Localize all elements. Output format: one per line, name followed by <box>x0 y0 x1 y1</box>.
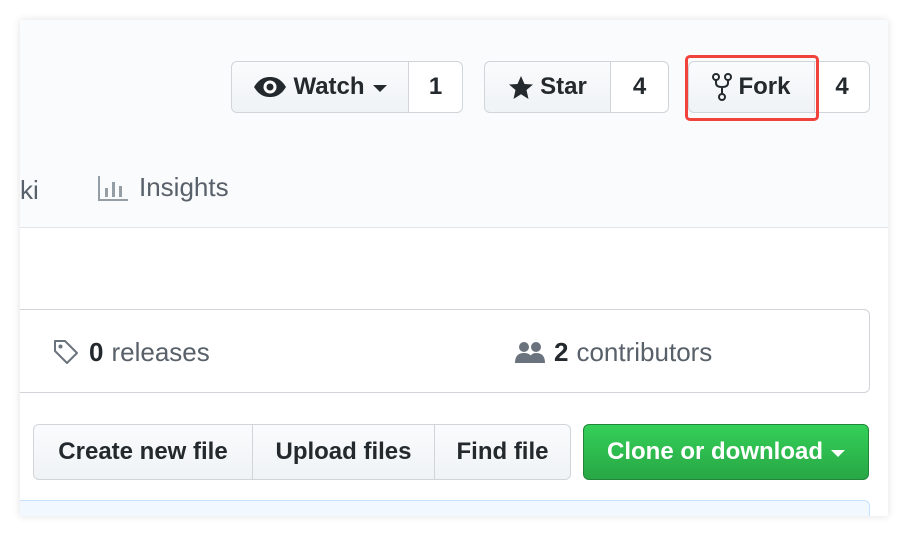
upload-files-button[interactable]: Upload files <box>253 424 435 480</box>
graph-icon <box>97 174 129 202</box>
watch-count[interactable]: 1 <box>409 61 463 113</box>
chevron-down-icon <box>831 450 845 457</box>
tab-wiki[interactable]: ki <box>20 175 39 206</box>
people-icon <box>514 340 546 364</box>
fork-count[interactable]: 4 <box>815 61 870 113</box>
clone-label: Clone or download <box>607 438 823 465</box>
file-navigation: Create new file Upload files Find file <box>33 424 571 480</box>
star-label: Star <box>540 73 587 100</box>
watch-group: Watch 1 <box>231 61 463 113</box>
star-group: Star 4 <box>484 61 669 113</box>
chevron-down-icon <box>372 85 387 92</box>
create-new-file-button[interactable]: Create new file <box>33 424 253 480</box>
commit-tease-box <box>20 500 870 516</box>
tag-icon <box>53 339 79 365</box>
fork-highlight-box <box>685 55 819 121</box>
find-file-button[interactable]: Find file <box>435 424 571 480</box>
star-button[interactable]: Star <box>484 61 611 113</box>
contributors-count: 2 <box>554 336 569 367</box>
releases-label: releases <box>111 336 210 367</box>
clone-or-download-button[interactable]: Clone or download <box>583 424 869 480</box>
contributors-label: contributors <box>576 336 713 367</box>
tab-insights-label: Insights <box>139 172 229 202</box>
releases-link[interactable]: 0 releases <box>53 310 210 394</box>
releases-count: 0 <box>89 336 104 367</box>
repo-page: Watch 1 Star 4 Fork 4 ki Insights 0 rele… <box>20 20 888 516</box>
star-count[interactable]: 4 <box>611 61 669 113</box>
contributors-link[interactable]: 2 contributors <box>514 310 712 394</box>
repo-header: Watch 1 Star 4 Fork 4 ki Insights <box>20 20 888 228</box>
star-icon <box>508 75 534 100</box>
repo-summary: 0 releases 2 contributors <box>20 309 870 393</box>
watch-button[interactable]: Watch <box>231 61 409 113</box>
watch-label: Watch <box>293 73 365 100</box>
tab-insights[interactable]: Insights <box>97 172 229 203</box>
eye-icon <box>253 76 287 98</box>
